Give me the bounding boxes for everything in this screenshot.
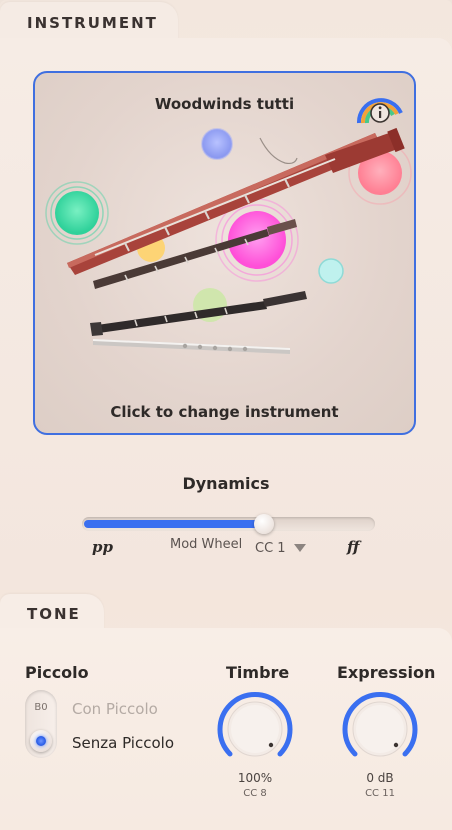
expression-value: 0 dB <box>366 771 394 785</box>
dynamics-max-label: ff <box>347 538 360 556</box>
option-senza-piccolo[interactable]: Senza Piccolo <box>72 734 174 752</box>
piccolo-switch[interactable]: B0 <box>25 690 57 758</box>
dynamics-source-label: Mod Wheel <box>170 537 243 552</box>
orb-blue <box>201 128 233 160</box>
cc-dropdown[interactable]: CC 1 <box>255 537 306 556</box>
orb-cyan <box>318 258 344 284</box>
woodwinds-illustration <box>45 127 412 354</box>
piccolo-switch-knob <box>30 730 52 752</box>
dynamics-min-label: pp <box>92 538 113 556</box>
timbre-title: Timbre <box>226 663 290 682</box>
plugin-panel: INSTRUMENT Woodwinds tutti Click to chan… <box>0 0 452 830</box>
change-instrument-label: Click to change instrument <box>110 403 339 421</box>
orb-green <box>45 181 109 245</box>
dynamics-title: Dynamics <box>182 474 270 493</box>
selected-indicator <box>36 736 46 746</box>
cc-dropdown-label: CC 1 <box>255 541 286 556</box>
dynamics-slider-fill <box>84 520 266 528</box>
expression-title: Expression <box>337 663 436 682</box>
option-con-piccolo[interactable]: Con Piccolo <box>72 700 158 718</box>
tone-tab-label: TONE <box>27 605 81 623</box>
flute <box>93 339 290 354</box>
dynamics-slider[interactable] <box>82 514 375 534</box>
timbre-cc: CC 8 <box>243 788 267 799</box>
timbre-value: 100% <box>237 771 273 785</box>
expression-cc: CC 11 <box>365 788 395 799</box>
instrument-tab-label: INSTRUMENT <box>27 14 158 32</box>
expression-knob[interactable] <box>341 690 419 768</box>
timbre-knob[interactable] <box>216 690 294 768</box>
instrument-selector[interactable]: Woodwinds tutti Click to change instrume… <box>33 71 416 435</box>
piccolo-title: Piccolo <box>25 663 89 682</box>
chevron-down-icon <box>293 543 306 552</box>
piccolo-keyswitch-label: B0 <box>34 702 48 713</box>
dynamics-slider-thumb[interactable] <box>254 514 274 534</box>
